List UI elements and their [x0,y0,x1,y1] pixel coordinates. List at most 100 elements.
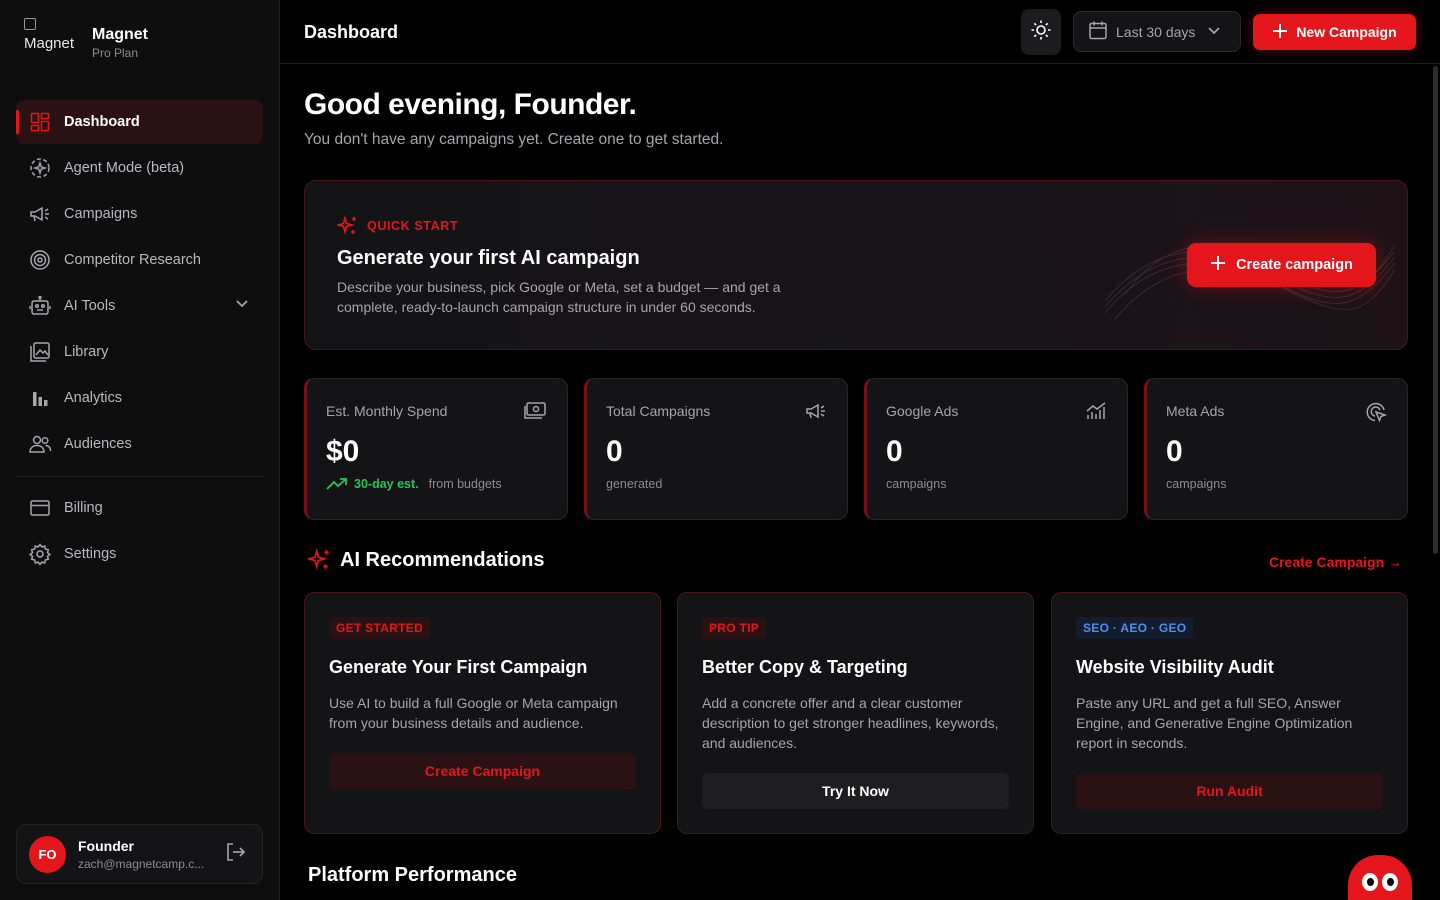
calendar-icon [1088,20,1108,43]
brand-plan: Pro Plan [92,46,139,60]
sidebar-item-label: Dashboard [64,114,140,130]
chevron-down-icon[interactable] [235,296,249,314]
try-it-now-button[interactable]: Try It Now [702,773,1009,809]
create-campaign-link[interactable]: Create Campaign → [1269,554,1402,570]
dashboard-icon [28,110,52,134]
stat-sub-label: campaigns [886,477,947,491]
bar-chart-icon [28,386,52,410]
plus-icon [1210,255,1226,275]
recommendation-description: Paste any URL and get a full SEO, Answer… [1076,695,1353,751]
sidebar-divider [16,476,263,477]
user-email: zach@magnetcamp.c... [78,856,205,871]
sidebar-item-settings[interactable]: Settings [16,532,263,576]
avatar: FO [29,835,66,873]
sidebar: Magnet Magnet Pro Plan Dashboard Agent M… [0,0,280,900]
stat-sub-label: generated [606,477,663,491]
logout-icon[interactable] [224,841,246,868]
stat-card-total-campaigns: Total Campaigns 0 generated [584,378,848,520]
sidebar-item-label: Library [64,344,109,360]
stat-label: Total Campaigns [606,403,711,419]
stat-card-monthly-spend: Est. Monthly Spend $0 30-day est. from b… [304,378,568,520]
library-icon [28,340,52,364]
sun-icon [1030,19,1052,46]
sidebar-item-label: AI Tools [64,298,116,314]
recommendation-card: GET STARTED Generate Your First Campaign… [304,592,661,834]
sidebar-nav: Dashboard Agent Mode (beta) Campaigns Co… [16,100,263,468]
sidebar-item-audiences[interactable]: Audiences [16,422,263,466]
sidebar-item-label: Agent Mode (beta) [64,160,185,176]
mascot-eye-icon [1362,873,1378,891]
sidebar-item-library[interactable]: Library [16,330,263,374]
theme-toggle-button[interactable] [1021,9,1061,55]
mascot-eye-icon [1382,873,1398,891]
recommendation-card: SEO · AEO · GEO Website Visibility Audit… [1051,592,1408,834]
recommendation-title: Website Visibility Audit [1076,657,1274,677]
stat-value: 0 [1166,435,1183,468]
greeting-subtitle: You don't have any campaigns yet. Create… [304,131,724,148]
stat-sub-label: from budgets [428,477,502,491]
sidebar-item-label: Billing [64,500,103,516]
trend-up-icon [326,478,347,490]
stat-sub-label: campaigns [1166,477,1227,491]
recommendation-tag: PRO TIP [702,617,767,639]
recommendation-description: Add a concrete offer and a clear custome… [702,695,999,751]
sidebar-item-label: Audiences [64,436,132,452]
user-name: Founder [78,837,134,854]
user-card[interactable]: FO Founder zach@magnetcamp.c... [16,824,263,884]
sidebar-item-competitor-research[interactable]: Competitor Research [16,238,263,282]
plus-icon [1272,23,1288,42]
chart-trend-icon [1085,401,1107,426]
sidebar-item-label: Competitor Research [64,252,201,268]
top-bar: Dashboard Last 30 days New Campaign [280,0,1440,64]
quick-start-tag: QUICK START [337,215,458,237]
quick-start-description: Describe your business, pick Google or M… [337,279,781,315]
chevron-down-icon [1207,23,1221,40]
create-campaign-button[interactable]: Create campaign [1187,243,1376,287]
recommendation-title: Better Copy & Targeting [702,657,908,677]
recommendations-heading: AI Recommendations [308,548,544,572]
stat-sub: 30-day est. from budgets [326,477,502,491]
sidebar-item-billing[interactable]: Billing [16,486,263,530]
users-icon [28,432,52,456]
recommendations-heading-label: AI Recommendations [340,548,545,571]
date-range-select[interactable]: Last 30 days [1073,11,1241,52]
platform-performance-heading: Platform Performance [308,864,517,886]
sidebar-item-ai-tools[interactable]: AI Tools [16,284,263,328]
stats-row: Est. Monthly Spend $0 30-day est. from b… [304,378,1408,520]
date-range-label: Last 30 days [1116,23,1196,40]
sidebar-item-label: Analytics [64,390,123,406]
money-icon [523,401,547,426]
create-campaign-button[interactable]: Create Campaign [329,753,636,789]
main-content: Good evening, Founder. You don't have an… [280,64,1432,900]
stat-value: 0 [606,435,623,468]
sidebar-item-campaigns[interactable]: Campaigns [16,192,263,236]
megaphone-icon [805,401,827,426]
quick-start-tag-label: QUICK START [367,219,459,233]
broken-image-icon [24,18,36,30]
recommendation-card: PRO TIP Better Copy & Targeting Add a co… [677,592,1034,834]
scrollbar[interactable] [1433,66,1438,554]
sidebar-item-analytics[interactable]: Analytics [16,376,263,420]
run-audit-button[interactable]: Run Audit [1076,773,1383,809]
brand-name: Magnet [92,26,148,43]
brand[interactable]: Magnet Magnet Pro Plan [24,16,148,60]
quick-start-card: QUICK START Generate your first AI campa… [304,180,1408,350]
gear-icon [28,542,52,566]
sparkle-icon [337,215,356,236]
stat-label: Meta Ads [1166,403,1225,419]
sidebar-item-label: Settings [64,546,117,562]
target-icon [28,248,52,272]
sidebar-item-agent-mode[interactable]: Agent Mode (beta) [16,146,263,190]
target-cursor-icon [1365,401,1388,428]
create-campaign-label: Create campaign [1236,257,1353,273]
sidebar-item-dashboard[interactable]: Dashboard [16,100,263,144]
new-campaign-label: New Campaign [1296,24,1397,40]
greeting: Good evening, Founder. [304,88,637,121]
agent-icon [28,156,52,180]
sidebar-secondary-nav: Billing Settings [16,486,263,578]
stat-label: Google Ads [886,403,959,419]
stat-value: 0 [886,435,903,468]
stat-label: Est. Monthly Spend [326,403,448,419]
stat-card-google-ads: Google Ads 0 campaigns [864,378,1128,520]
new-campaign-button[interactable]: New Campaign [1253,14,1416,50]
